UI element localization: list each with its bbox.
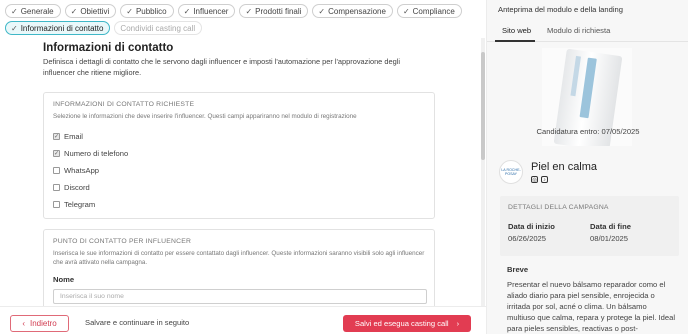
step-informazioni-di-contatto[interactable]: ✓ Informazioni di contatto xyxy=(5,21,111,35)
scrollbar-thumb[interactable] xyxy=(481,52,485,160)
brand-logo: LA ROCHE-POSAY xyxy=(499,160,523,184)
details-title: DETTAGLI DELLA CAMPAGNA xyxy=(508,204,609,211)
step-generale[interactable]: ✓ Generale xyxy=(5,4,61,18)
step-prodotti-finali[interactable]: ✓ Prodotti finali xyxy=(239,4,309,18)
required-info-title: INFORMAZIONI DI CONTATTO RICHIESTE xyxy=(53,101,195,108)
product-stripe xyxy=(579,57,597,119)
footer-bar: ‹ Indietro Salvare e continuare in segui… xyxy=(0,306,486,334)
check-icon: ✓ xyxy=(11,6,18,16)
brief-text: Presentar el nuevo bálsamo reparador com… xyxy=(507,280,676,333)
page-title: Informazioni di contatto xyxy=(43,42,174,54)
step-condividi-casting-call[interactable]: Condividi casting call xyxy=(114,21,203,35)
checkbox-phone[interactable]: ✓ Numero di telefono xyxy=(53,149,128,158)
checkbox-unchecked-icon[interactable] xyxy=(53,201,60,208)
start-date-value: 06/26/2025 xyxy=(508,234,547,243)
contact-point-card: PUNTO DI CONTATTO PER INFLUENCER Inseris… xyxy=(43,229,435,306)
main-panel: Informazioni di contatto Definisca i det… xyxy=(0,38,480,306)
checkbox-checked-icon[interactable]: ✓ xyxy=(53,150,60,157)
tab-sito-web[interactable]: Sito web xyxy=(502,26,531,35)
step-influencer[interactable]: ✓ Influencer xyxy=(177,4,236,18)
checkbox-discord[interactable]: Discord xyxy=(53,183,90,192)
social-icons: ◎ ♪ xyxy=(531,176,548,183)
checkbox-email[interactable]: ✓ Email xyxy=(53,132,83,141)
preview-tabs: Sito web Modulo di richiesta xyxy=(487,20,688,42)
required-info-subtitle: Selezione le informazioni che deve inser… xyxy=(53,113,357,120)
checkbox-unchecked-icon[interactable] xyxy=(53,167,60,174)
start-date-label: Data di inizio xyxy=(508,222,555,231)
back-button[interactable]: ‹ Indietro xyxy=(10,315,69,332)
end-date-label: Data di fine xyxy=(590,222,631,231)
checkbox-unchecked-icon[interactable] xyxy=(53,184,60,191)
checkbox-whatsapp[interactable]: WhatsApp xyxy=(53,166,99,175)
step-navigation: ✓ Generale ✓ Obiettivi ✓ Pubblico ✓ Influenc… xyxy=(5,4,483,35)
preview-panel: Anteprima del modulo e della landing Sit… xyxy=(486,0,688,334)
main-scrollbar[interactable] xyxy=(481,38,485,306)
end-date-value: 08/01/2025 xyxy=(590,234,629,243)
campaign-name: Piel en calma xyxy=(531,161,598,173)
checkbox-telegram[interactable]: Telegram xyxy=(53,200,95,209)
checkbox-checked-icon[interactable]: ✓ xyxy=(53,133,60,140)
chevron-left-icon: ‹ xyxy=(22,319,25,328)
application-deadline: Candidatura entro: 07/05/2025 xyxy=(536,127,640,136)
instagram-icon[interactable]: ◎ xyxy=(531,176,538,183)
step-pubblico[interactable]: ✓ Pubblico xyxy=(120,4,174,18)
check-icon: ✓ xyxy=(126,6,133,16)
save-and-run-button[interactable]: Salvi ed esegua casting call › xyxy=(343,315,471,332)
step-obiettivi[interactable]: ✓ Obiettivi xyxy=(64,4,117,18)
contact-point-subtitle: Inserisca le sue informazioni di contatt… xyxy=(53,250,425,266)
product-stripe-secondary xyxy=(570,55,581,97)
chevron-right-icon: › xyxy=(456,319,460,328)
check-icon: ✓ xyxy=(11,23,18,33)
check-icon: ✓ xyxy=(402,6,410,16)
active-tab-indicator xyxy=(495,40,535,42)
check-icon: ✓ xyxy=(70,6,78,16)
required-info-card: INFORMAZIONI DI CONTATTO RICHIESTE Selez… xyxy=(43,92,435,219)
contact-point-title: PUNTO DI CONTATTO PER INFLUENCER xyxy=(53,238,192,245)
name-input[interactable] xyxy=(53,289,427,304)
preview-title: Anteprima del modulo e della landing xyxy=(498,5,623,14)
campaign-details: DETTAGLI DELLA CAMPAGNA Data di inizio 0… xyxy=(500,196,679,256)
step-compliance[interactable]: ✓ Compliance xyxy=(396,4,462,18)
check-icon: ✓ xyxy=(318,6,326,16)
save-later-button[interactable]: Salvare e continuare in seguito xyxy=(85,318,189,327)
tab-modulo-di-richiesta[interactable]: Modulo di richiesta xyxy=(547,26,610,35)
tiktok-icon[interactable]: ♪ xyxy=(541,176,548,183)
check-icon: ✓ xyxy=(245,6,253,16)
check-icon: ✓ xyxy=(183,6,191,16)
name-label: Nome xyxy=(53,275,75,284)
brief-label: Breve xyxy=(507,265,529,274)
step-compensazione[interactable]: ✓ Compensazione xyxy=(312,4,393,18)
page-description: Definisca i dettagli di contatto che le … xyxy=(43,57,400,77)
